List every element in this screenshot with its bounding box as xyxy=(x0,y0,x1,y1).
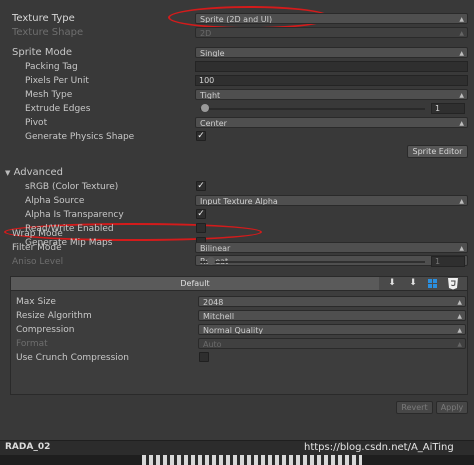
dropdown-arrow-icon: ▲ xyxy=(457,327,462,334)
packing-tag-input[interactable] xyxy=(195,61,468,72)
mesh-type-dropdown[interactable]: Tight ▲ xyxy=(195,89,468,100)
sprite-mode-value: Single xyxy=(200,49,225,58)
srgb-label: sRGB (Color Texture) xyxy=(25,182,119,192)
filter-mode-value: Bilinear xyxy=(200,244,231,253)
checkmark-icon: ✓ xyxy=(197,181,205,191)
filter-mode-label: Filter Mode xyxy=(12,243,62,253)
dropdown-arrow-icon: ▲ xyxy=(459,30,464,37)
texture-shape-dropdown: 2D ▲ xyxy=(195,27,468,38)
dropdown-arrow-icon: ▲ xyxy=(457,299,462,306)
extrude-edges-slider-knob[interactable] xyxy=(201,104,209,112)
advanced-label: Advanced xyxy=(13,167,63,178)
mesh-type-label: Mesh Type xyxy=(25,90,73,100)
wrap-mode-label: Wrap Mode xyxy=(12,229,63,239)
asset-name: RADA_02 xyxy=(5,442,51,452)
pivot-dropdown[interactable]: Center ▲ xyxy=(195,117,468,128)
texture-type-dropdown[interactable]: Sprite (2D and UI) ▲ xyxy=(195,13,468,24)
preview-image xyxy=(142,455,362,465)
resize-algorithm-dropdown[interactable]: Mitchell ▲ xyxy=(198,310,466,321)
format-label: Format xyxy=(16,339,48,349)
pixels-per-unit-label: Pixels Per Unit xyxy=(25,76,89,86)
tab-default[interactable]: Default xyxy=(11,277,379,290)
format-dropdown: Auto ▲ xyxy=(198,338,466,349)
aniso-level-input: 1 xyxy=(431,256,465,267)
texture-type-value: Sprite (2D and UI) xyxy=(200,15,273,24)
dropdown-arrow-icon: ▲ xyxy=(459,50,464,57)
android-icon[interactable]: ⬇ xyxy=(405,277,421,290)
max-size-value: 2048 xyxy=(203,298,224,307)
pivot-value: Center xyxy=(200,119,227,128)
platform-tabs: Default ⬇ ⬇ xyxy=(10,276,468,291)
watermark-text: https://blog.csdn.net/A_AiTing xyxy=(304,442,454,453)
extrude-edges-input[interactable]: 1 xyxy=(431,103,465,114)
sprite-mode-dropdown[interactable]: Single ▲ xyxy=(195,47,468,58)
foldout-arrow-icon: ▼ xyxy=(5,169,11,177)
format-value: Auto xyxy=(203,340,222,349)
texture-type-label: Texture Type xyxy=(12,13,75,24)
apply-button[interactable]: Apply xyxy=(436,401,468,414)
resize-algorithm-label: Resize Algorithm xyxy=(16,311,92,321)
alpha-source-value: Input Texture Alpha xyxy=(200,197,278,206)
dropdown-arrow-icon: ▲ xyxy=(459,245,464,252)
resize-algorithm-value: Mitchell xyxy=(203,312,235,321)
read-write-checkbox[interactable] xyxy=(196,223,206,233)
aniso-level-slider-track xyxy=(200,261,425,263)
srgb-checkbox[interactable]: ✓ xyxy=(196,181,206,191)
checkmark-icon: ✓ xyxy=(197,131,205,141)
aniso-level-label: Aniso Level xyxy=(12,257,64,267)
sprite-editor-button[interactable]: Sprite Editor xyxy=(407,145,468,158)
alpha-source-dropdown[interactable]: Input Texture Alpha ▲ xyxy=(195,195,468,206)
mesh-type-value: Tight xyxy=(200,91,221,100)
extrude-edges-slider-track[interactable] xyxy=(200,108,425,110)
texture-shape-value: 2D xyxy=(200,29,212,38)
sprite-mode-label: Sprite Mode xyxy=(12,47,73,58)
dropdown-arrow-icon: ▲ xyxy=(459,16,464,23)
revert-button[interactable]: Revert xyxy=(396,401,433,414)
advanced-foldout[interactable]: ▼ Advanced xyxy=(5,167,63,179)
windows-icon[interactable] xyxy=(428,279,437,288)
physics-shape-checkbox[interactable]: ✓ xyxy=(196,131,206,141)
extrude-edges-label: Extrude Edges xyxy=(25,104,91,114)
alpha-source-label: Alpha Source xyxy=(25,196,85,206)
checkmark-icon: ✓ xyxy=(197,209,205,219)
preview-strip xyxy=(0,455,474,465)
max-size-label: Max Size xyxy=(16,297,56,307)
pivot-label: Pivot xyxy=(25,118,48,128)
crunch-label: Use Crunch Compression xyxy=(16,353,129,363)
aniso-level-slider-knob xyxy=(207,257,215,265)
dropdown-arrow-icon: ▲ xyxy=(457,313,462,320)
alpha-transparency-label: Alpha Is Transparency xyxy=(25,210,124,220)
packing-tag-label: Packing Tag xyxy=(25,62,78,72)
dropdown-arrow-icon: ▲ xyxy=(459,198,464,205)
dropdown-arrow-icon: ▲ xyxy=(457,341,462,348)
compression-label: Compression xyxy=(16,325,75,335)
physics-shape-label: Generate Physics Shape xyxy=(25,132,135,142)
alpha-transparency-checkbox[interactable]: ✓ xyxy=(196,209,206,219)
dropdown-arrow-icon: ▲ xyxy=(459,120,464,127)
dropdown-arrow-icon: ▲ xyxy=(459,92,464,99)
download-icon[interactable]: ⬇ xyxy=(384,277,400,290)
texture-shape-label: Texture Shape xyxy=(12,27,84,38)
max-size-dropdown[interactable]: 2048 ▲ xyxy=(198,296,466,307)
compression-dropdown[interactable]: Normal Quality ▲ xyxy=(198,324,466,335)
filter-mode-dropdown[interactable]: Bilinear ▲ xyxy=(195,242,468,253)
crunch-checkbox[interactable] xyxy=(199,352,209,362)
compression-value: Normal Quality xyxy=(203,326,264,335)
pixels-per-unit-input[interactable]: 100 xyxy=(195,75,468,86)
html5-icon[interactable] xyxy=(447,277,459,290)
